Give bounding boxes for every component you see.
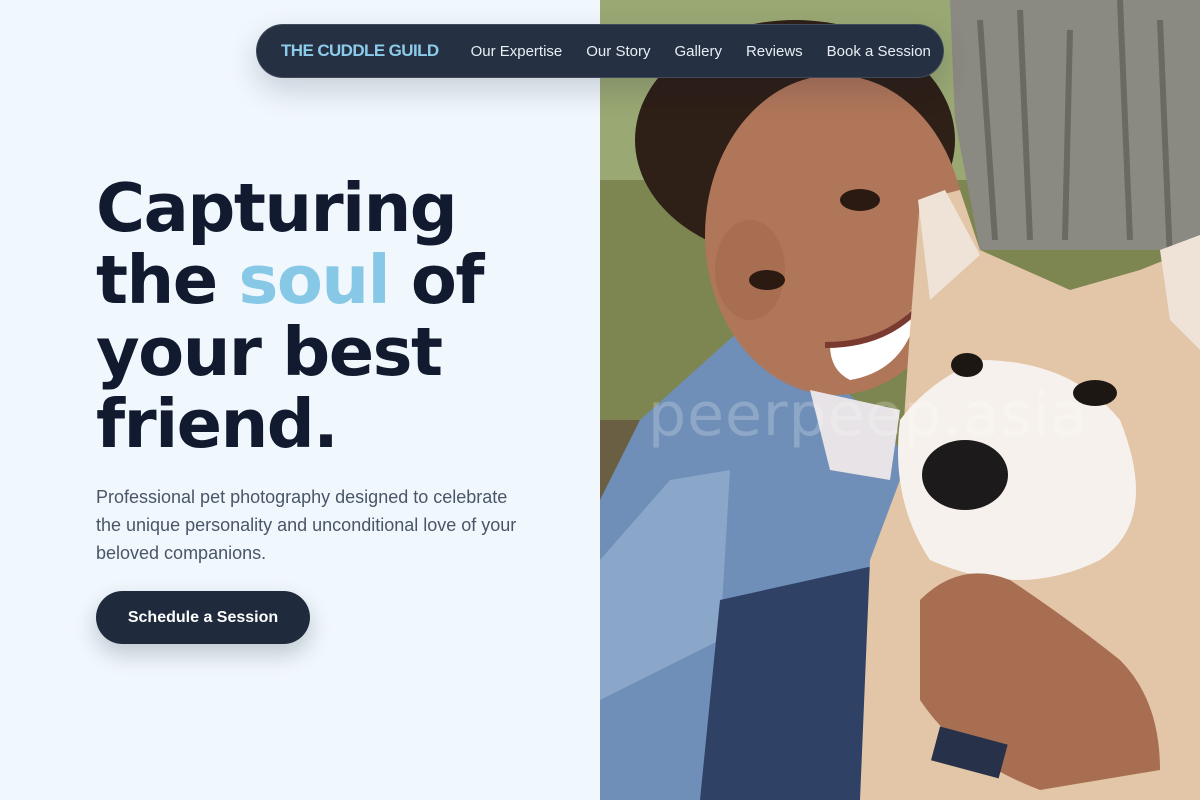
hero-headline: Capturing the soul of your best friend. <box>96 172 566 460</box>
top-navigation: THE CUDDLE GUILD Our Expertise Our Story… <box>256 24 944 78</box>
nav-link-gallery[interactable]: Gallery <box>674 43 722 60</box>
hero-photo: peerpeep.asia <box>600 0 1200 800</box>
headline-accent-word: soul <box>238 241 391 319</box>
hero-subtitle: Professional pet photography designed to… <box>96 487 517 563</box>
nav-link-reviews[interactable]: Reviews <box>746 43 803 60</box>
nav-link-our-expertise[interactable]: Our Expertise <box>471 43 563 60</box>
watermark-text: peerpeep.asia <box>648 380 1089 450</box>
nav-links: Our Expertise Our Story Gallery Reviews … <box>471 43 931 60</box>
brand-logo[interactable]: THE CUDDLE GUILD <box>281 41 439 61</box>
nav-link-book-a-session[interactable]: Book a Session <box>827 43 931 60</box>
nav-link-our-story[interactable]: Our Story <box>586 43 650 60</box>
schedule-session-button[interactable]: Schedule a Session <box>96 591 310 644</box>
